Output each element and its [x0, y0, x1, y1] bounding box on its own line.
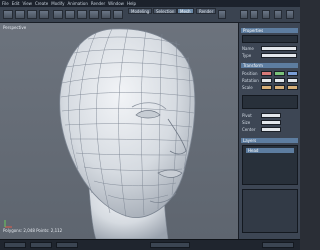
- transform-options-box[interactable]: [242, 95, 298, 109]
- mode-selector[interactable]: [242, 35, 298, 43]
- tab-modeling[interactable]: Modeling: [128, 8, 153, 14]
- status-item-3[interactable]: [56, 242, 78, 248]
- 3d-viewport[interactable]: Perspective Polygons: 2,048 Points: 2,11…: [0, 23, 238, 239]
- row-scale-label: Scale: [242, 85, 253, 90]
- timeline-control[interactable]: [150, 242, 190, 248]
- knife-tool-icon[interactable]: [101, 10, 111, 19]
- status-item-2[interactable]: [30, 242, 52, 248]
- properties-panel: Properties Name Type Transform Position …: [238, 23, 300, 239]
- type-field[interactable]: [261, 53, 297, 58]
- properties-header[interactable]: Properties: [241, 28, 298, 33]
- tab-selection[interactable]: Selection: [153, 8, 178, 14]
- mirror-tool-icon[interactable]: [218, 10, 226, 19]
- head-mesh[interactable]: [0, 23, 238, 239]
- row-pivot-label: Pivot: [242, 113, 252, 118]
- position-y-field[interactable]: [274, 71, 285, 76]
- scale-z-field[interactable]: [287, 85, 298, 90]
- row-rotation-label: Rotation: [242, 78, 259, 83]
- extrude-tool-icon[interactable]: [53, 10, 63, 19]
- rotation-z-field[interactable]: [287, 78, 298, 83]
- menu-create[interactable]: Create: [35, 1, 48, 6]
- head-silhouette: [59, 28, 196, 218]
- center-field[interactable]: [261, 127, 281, 132]
- layers-list[interactable]: Head: [242, 145, 298, 185]
- cut-tool-icon[interactable]: [65, 10, 75, 19]
- row-type-label: Type: [242, 53, 252, 58]
- menu-file[interactable]: File: [2, 1, 9, 6]
- status-bar: [0, 239, 300, 250]
- status-item-5[interactable]: [262, 242, 294, 248]
- menu-help[interactable]: Help: [127, 1, 136, 6]
- menu-modify[interactable]: Modify: [51, 1, 64, 6]
- undo-icon[interactable]: [240, 10, 248, 19]
- settings-icon[interactable]: [286, 10, 294, 19]
- scale-y-field[interactable]: [274, 85, 285, 90]
- redo-icon[interactable]: [250, 10, 258, 19]
- menu-render[interactable]: Render: [91, 1, 105, 6]
- status-item-1[interactable]: [4, 242, 26, 248]
- menu-view[interactable]: View: [22, 1, 32, 6]
- transform-header[interactable]: Transform: [241, 63, 298, 68]
- rotation-y-field[interactable]: [274, 78, 285, 83]
- row-position-label: Position: [242, 71, 258, 76]
- pivot-field[interactable]: [261, 113, 281, 118]
- camera-icon[interactable]: [274, 10, 282, 19]
- move-tool-icon[interactable]: [15, 10, 25, 19]
- row-name-label: Name: [242, 46, 254, 51]
- menu-window[interactable]: Window: [108, 1, 124, 6]
- name-field[interactable]: [261, 46, 297, 51]
- menu-edit[interactable]: Edit: [12, 1, 20, 6]
- tab-mesh[interactable]: Mesh: [177, 8, 194, 14]
- weld-tool-icon[interactable]: [77, 10, 87, 19]
- empty-panel-area: [242, 189, 298, 233]
- select-tool-icon[interactable]: [3, 10, 13, 19]
- layers-header[interactable]: Layers: [241, 138, 298, 143]
- rotation-x-field[interactable]: [261, 78, 272, 83]
- tab-render[interactable]: Render: [196, 8, 217, 14]
- smooth-tool-icon[interactable]: [89, 10, 99, 19]
- viewport-info: Polygons: 2,048 Points: 2,112: [3, 228, 63, 233]
- rotate-tool-icon[interactable]: [27, 10, 37, 19]
- scale-tool-icon[interactable]: [39, 10, 49, 19]
- axis-gizmo-icon: [4, 220, 12, 228]
- row-center-label: Center: [242, 127, 256, 132]
- menu-bar: File Edit View Create Modify Animation R…: [0, 0, 300, 7]
- bevel-tool-icon[interactable]: [113, 10, 123, 19]
- row-size-label: Size: [242, 120, 251, 125]
- menu-animation[interactable]: Animation: [68, 1, 88, 6]
- toolbar: Modeling Selection Mesh Render: [0, 7, 300, 23]
- layer-item[interactable]: Head: [246, 148, 294, 153]
- scale-x-field[interactable]: [261, 85, 272, 90]
- grid-icon[interactable]: [262, 10, 270, 19]
- size-field[interactable]: [261, 120, 281, 125]
- position-z-field[interactable]: [287, 71, 298, 76]
- position-x-field[interactable]: [261, 71, 272, 76]
